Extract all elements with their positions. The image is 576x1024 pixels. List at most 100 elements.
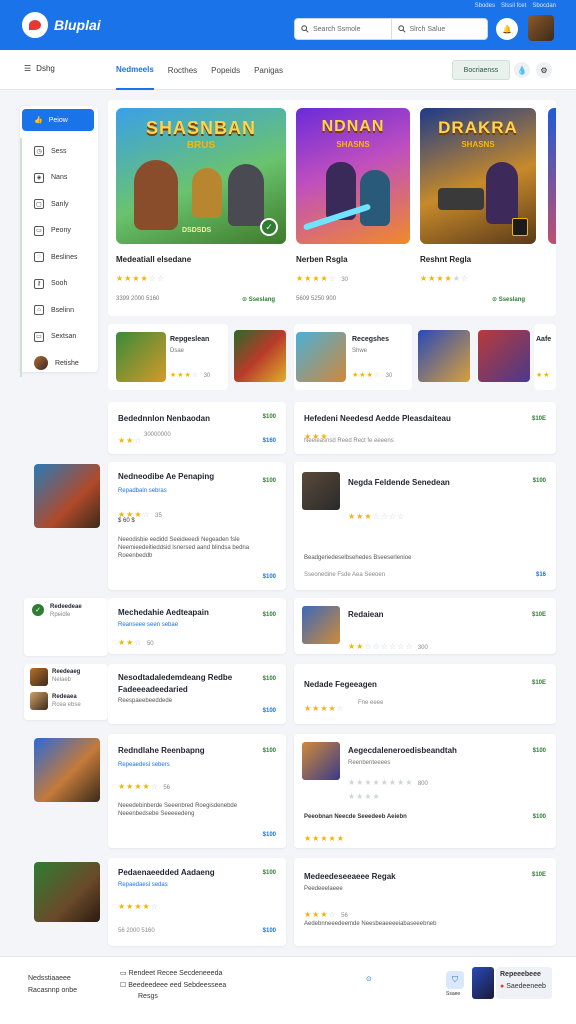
game-list-card[interactable]: Nedneodibe Ae Penaping $100 Repadbaln se… [108,462,286,590]
game-list-card[interactable]: Nedade Fegeeagen $10E ★★★★☆ Fne eeee [294,664,556,724]
download-status: ⊙ Sseslang [492,297,526,303]
game-price-secondary: $100 [262,574,276,580]
game-art: DRAKRA SHASNS [420,108,536,244]
menu-toggle[interactable]: ☰ Dshg [24,64,55,73]
game-subtitle: Repeaedesl sebers [118,762,170,768]
footer-thumbnail[interactable] [472,967,494,999]
next-card-peek[interactable] [548,108,556,244]
game-list-card[interactable]: Aegecdaleneroedisbeandtah $100 Reenbente… [294,734,556,848]
sidebar-item[interactable]: ▭ Sextsan [22,324,98,351]
sidebar-item[interactable]: ◌ Beslines [22,244,98,271]
game-list-card[interactable]: Mechedahie Aedteapain $100 Reanseee seen… [108,598,286,654]
game-list-card[interactable]: Nesodtadaledemdeang Redbe Fadeeeadeedari… [108,664,286,724]
game-list-card[interactable]: Redndlahe Reenbapng $100 Repeaedesl sebe… [108,734,286,848]
small-card[interactable]: Repgeslean Dsae ★★★☆ 30 [108,324,228,390]
rating-count: 300 [417,645,428,651]
mini-promo-card[interactable]: ✓ Redeedeae Rpeidle [24,598,108,656]
nav-pill-button[interactable]: Bocriaenss [452,60,510,80]
game-list-card[interactable]: Pedaenaeedded Aadaeng $100 Repaedaesl se… [108,858,286,946]
small-card-title: Recegshes [352,336,389,343]
star-rating: ★★★★☆☆ [116,274,166,283]
weapon-graphic [438,188,484,210]
game-list-card[interactable]: Hefedeni Needesd Aedde Pleasdaiteau $10E… [294,402,556,454]
game-list-card[interactable]: Negda Feldende Senedean $100 ★★★☆☆☆☆ Bea… [294,462,556,590]
game-thumbnail[interactable] [234,330,286,382]
profile-avatar [34,356,48,371]
art-tag: DSDSDS [182,227,212,234]
top-link[interactable]: Slssil fcet [501,3,526,9]
sidebar-item[interactable]: ◈ Nans [22,165,98,192]
top-link[interactable]: Sbocdan [532,3,556,9]
tab-1[interactable]: Rocthes [168,50,197,90]
art-subtitle: SHASNS [461,140,495,149]
shield-label: Ssaee [446,991,461,997]
tab-0[interactable]: Nedmeels [116,50,154,90]
game-title[interactable]: Reshnt Regla [420,255,471,264]
game-title: Medeedeseeaeee Regak [304,872,396,881]
game-thumbnail[interactable] [34,464,100,528]
game-subtitle: Reespaeebeeddede [118,698,173,704]
mini-promo-card[interactable]: Reedeaeg Nelaeb Redeaea Rcea ebse [24,664,108,720]
app-logo[interactable] [22,12,48,38]
game-subtitle: Peedeeelaeee [304,886,343,892]
sidebar-item[interactable]: ⚷ Sooh [22,271,98,298]
game-title: Redndlahe Reenbapng [118,746,205,755]
game-price: $100 [262,676,276,682]
game-title: Aegecdaleneroedisbeandtah [348,746,457,755]
game-thumbnail[interactable] [34,738,100,802]
sidebar-item[interactable]: ◷ Sess [22,138,98,165]
game-title[interactable]: Medeatiall elsedane [116,255,191,264]
sidebar-item[interactable]: ▢ Sanly [22,191,98,218]
footer-note: Resgs [138,993,158,1000]
sidebar-item[interactable]: ▭ Peony [22,218,98,245]
key-icon: ⚷ [34,278,44,289]
footer-title: Nedsstiaaeee [28,975,71,982]
sidebar-item-label: Peiow [48,116,68,124]
star-rating: ★★☆ 50 [118,638,154,647]
top-link[interactable]: Sbodes [475,3,495,9]
sidebar-item[interactable]: Retishe [22,350,98,377]
tab-3[interactable]: Panigas [254,50,283,90]
game-list-card[interactable]: Medeedeseeaeee Regak $10E Peedeeelaeee ★… [294,858,556,946]
footer-link[interactable]: ☐ Beedeedeee eed Sebdeesseea [120,981,226,989]
sidebar-item-active[interactable]: 👍 Peiow [22,109,94,131]
sidebar-item[interactable]: ⌂ Bselinn [22,297,98,324]
game-thumbnail[interactable] [34,862,100,922]
search-bar[interactable]: Search Ssmole Slrch Salue [294,18,488,40]
footer-subtitle[interactable]: Racasnnp onbe [28,987,77,994]
game-description: Beadgeriedeselbsehedes Bseeserlenioe [304,555,412,561]
footer-link-label: Beedeedeee eed Sebdeesseea [128,982,227,989]
settings-icon[interactable]: ⚙ [536,62,552,78]
small-card[interactable]: Aafe ★★ [534,324,556,390]
star-rating: ★★★☆ 30 [170,372,211,379]
featured-carousel: SHASNBAN BRUS DSDSDS ✓ Medeatiall elseda… [108,100,556,316]
rating-count: 30 [203,373,211,379]
game-price: $10E [531,872,546,878]
game-subtitle: Reenbenteeees [348,760,391,766]
search-field-secondary[interactable]: Slrch Salue [390,19,488,39]
game-meta: 30000000 [144,432,171,438]
game-thumbnail[interactable] [478,330,530,382]
footer-link[interactable]: ▭ Rendeet Recee Secdeneeeda [120,969,222,977]
info-icon[interactable]: ⊙ [366,975,372,983]
star-rating-tertiary: ★★★★★ [304,834,345,843]
art-title: NDNAN [321,118,385,135]
promo-sub: Rcea ebse [52,702,81,708]
game-list-card[interactable]: Bedednnlon Nenbaodan $100 ★★☆ 30000000 $… [108,402,286,454]
search-icon [397,25,406,33]
small-card[interactable]: Recegshes Shwe ★★★☆ 30 [294,324,412,390]
sidebar-item-label: Peony [51,227,71,235]
bell-icon[interactable]: 🔔 [496,18,518,40]
game-list-card[interactable]: Redaiean $10E ★★☆☆☆☆☆☆ 300 [294,598,556,654]
drop-icon[interactable]: 💧 [514,62,530,78]
user-avatar[interactable] [528,15,554,41]
download-label: Sseslang [498,297,526,303]
game-thumbnail[interactable] [418,330,470,382]
search-field-primary[interactable]: Search Ssmole [295,19,391,39]
footer-promo[interactable]: Repeeebeee ● Saedeeneeb [496,967,552,999]
game-title: Nedade Fegeeagen [304,680,377,689]
art-subtitle: SHASNS [336,140,370,149]
tab-2[interactable]: Popeids [211,50,240,90]
game-title[interactable]: Nerben Rsgla [296,255,348,264]
shield-icon[interactable]: ⛉ [446,971,464,989]
